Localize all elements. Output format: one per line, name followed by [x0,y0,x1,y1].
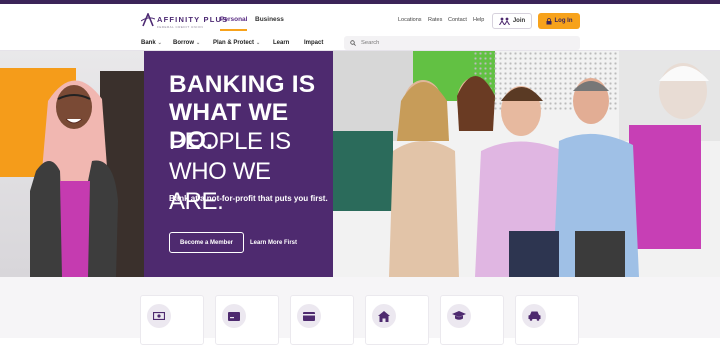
learn-more-link[interactable]: Learn More First [250,232,297,253]
site-header: AFFINITY PLUS FEDERAL CREDIT UNION Perso… [0,4,720,51]
utility-link-help[interactable]: Help [473,17,484,23]
utility-link-rates[interactable]: Rates [428,17,442,23]
nav-borrow[interactable]: Borrow ⌄ [173,40,200,46]
elderly-woman-image [659,63,709,119]
home-icon [372,304,396,328]
login-button[interactable]: Log In [538,13,580,29]
hero-photo-family [333,51,720,277]
logo[interactable]: AFFINITY PLUS FEDERAL CREDIT UNION [141,13,228,29]
search-icon [350,40,356,46]
utility-link-locations[interactable]: Locations [398,17,422,23]
car-icon [522,304,546,328]
chevron-down-icon: ⌄ [196,40,201,46]
graduation-cap-icon [447,304,471,328]
nav-impact-label: Impact [304,40,324,46]
logo-name: AFFINITY PLUS [157,15,229,24]
login-label: Log In [554,18,573,24]
laughing-woman-image [30,80,118,277]
nav-plan-protect[interactable]: Plan & Protect ⌄ [213,40,260,46]
chevron-down-icon: ⌄ [157,40,162,46]
logo-tagline: FEDERAL CREDIT UNION [157,25,204,29]
hero-banner: BANKING IS WHAT WE DO. PEOPLE IS WHO WE … [0,51,720,277]
join-label: Join [512,18,526,24]
cash-icon [147,304,171,328]
utility-link-contact[interactable]: Contact [448,17,467,23]
nav-bank[interactable]: Bank ⌄ [141,40,162,46]
search-input[interactable]: Search [344,36,580,50]
segment-personal[interactable]: Personal [220,16,248,31]
nav-impact[interactable]: Impact [304,40,323,46]
search-placeholder: Search [361,40,380,46]
debit-card-icon [222,304,246,328]
quick-links-section [0,277,720,345]
nav-learn[interactable]: Learn [273,40,289,46]
nav-learn-label: Learn [273,40,290,46]
hero-subheading: Bank at a not-for-profit that puts you f… [169,194,328,203]
nav-borrow-label: Borrow [173,40,194,46]
chevron-down-icon: ⌄ [256,40,261,46]
become-member-button[interactable]: Become a Member [169,232,244,253]
credit-card-icon [297,304,321,328]
join-button[interactable]: Join [492,13,532,29]
segment-business[interactable]: Business [255,16,284,23]
logo-mark-icon [141,13,155,27]
lock-icon [546,17,551,24]
family-group-image [389,76,639,277]
people-icon [498,17,510,25]
nav-plan-protect-label: Plan & Protect [213,40,255,46]
nav-bank-label: Bank [141,40,156,46]
hero-photo-left [0,51,144,277]
